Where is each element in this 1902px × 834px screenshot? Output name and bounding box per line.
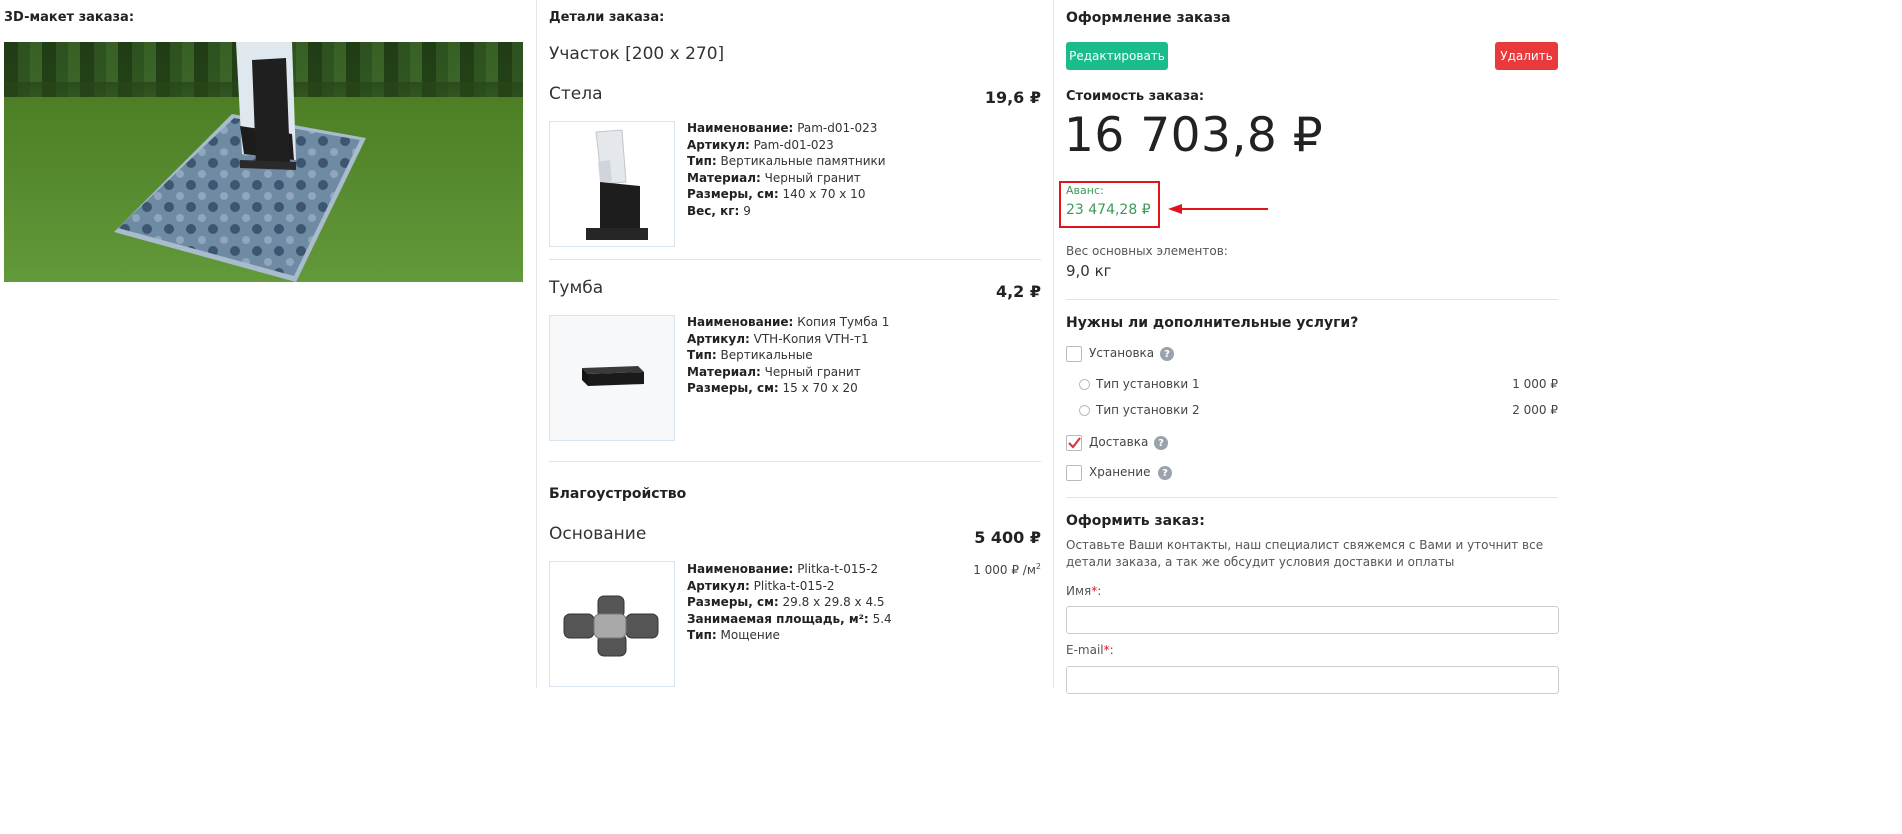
help-icon[interactable]: ? [1158, 466, 1172, 480]
install-type-1-label: Тип установки 1 [1096, 377, 1200, 391]
divider [1066, 299, 1558, 300]
checkout-title: Оформление заказа [1066, 10, 1231, 26]
delivery-checkbox[interactable] [1066, 435, 1082, 451]
check-icon [1068, 437, 1081, 449]
annotation-arrow-icon [1168, 204, 1268, 214]
delivery-label: Доставка [1089, 435, 1149, 449]
item-specs: Наименование: Копия Тумба 1 Артикул: VTH… [687, 315, 890, 395]
install-checkbox[interactable] [1066, 346, 1082, 362]
item-name: Стела [549, 84, 603, 104]
divider [549, 461, 1041, 462]
weight-label: Вес основных элементов: [1066, 244, 1228, 258]
email-field[interactable] [1066, 666, 1559, 694]
install-type-1-radio[interactable] [1079, 379, 1090, 390]
item-price: 4,2 ₽ [995, 282, 1041, 301]
product-thumbnail[interactable] [549, 561, 675, 687]
layout-preview-panel: 3D-макет заказа: [0, 0, 535, 688]
product-thumbnail[interactable] [549, 315, 675, 441]
item-price: 5 400 ₽ [974, 528, 1041, 547]
install-type-2-label: Тип установки 2 [1096, 403, 1200, 417]
divider [549, 259, 1041, 260]
checkout-panel: Оформление заказа Редактировать Удалить … [1053, 0, 1568, 694]
storage-label: Хранение [1089, 465, 1151, 479]
install-label: Установка [1089, 346, 1155, 360]
install-type-2-radio[interactable] [1079, 405, 1090, 416]
order-form-title: Оформить заказ: [1066, 513, 1205, 529]
item-specs: Наименование: Plitka-t-015-2 Артикул: Pl… [687, 562, 892, 642]
scene-render [4, 42, 523, 282]
name-field[interactable] [1066, 606, 1559, 634]
product-thumbnail[interactable] [549, 121, 675, 247]
details-title: Детали заказа: [549, 10, 665, 25]
install-type-1-price: 1 000 ₽ [1512, 377, 1558, 391]
edit-button[interactable]: Редактировать [1066, 42, 1168, 70]
install-type-2-price: 2 000 ₽ [1512, 403, 1558, 417]
order-form-description: Оставьте Ваши контакты, наш специалист с… [1066, 538, 1544, 569]
services-title: Нужны ли дополнительные услуги? [1066, 315, 1359, 331]
advance-value: 23 474,28 ₽ [1066, 202, 1151, 218]
item-name: Основание [549, 524, 647, 544]
advance-label: Аванс: [1066, 184, 1104, 197]
storage-checkbox[interactable] [1066, 465, 1082, 481]
item-specs: Наименование: Pam-d01-023 Артикул: Pam-d… [687, 121, 886, 218]
plot-size: Участок [200 x 270] [549, 44, 725, 64]
help-icon[interactable]: ? [1160, 347, 1174, 361]
total-cost: 16 703,8 ₽ [1064, 108, 1324, 163]
name-field-label: Имя*: [1066, 584, 1102, 598]
delete-button[interactable]: Удалить [1495, 42, 1558, 70]
layout-title: 3D-макет заказа: [4, 10, 135, 25]
weight-value: 9,0 кг [1066, 262, 1112, 280]
divider [1066, 497, 1558, 498]
help-icon[interactable]: ? [1154, 436, 1168, 450]
landscaping-title: Благоустройство [549, 486, 687, 502]
stele-model [252, 58, 290, 164]
email-field-label: E-mail*: [1066, 643, 1114, 657]
item-price: 19,6 ₽ [984, 88, 1041, 107]
3d-scene-viewport[interactable] [4, 42, 523, 282]
cost-label: Стоимость заказа: [1066, 89, 1205, 104]
item-name: Тумба [549, 278, 604, 298]
unit-price: 1 000 ₽ /м2 [973, 562, 1041, 577]
order-details-panel: Детали заказа: Участок [200 x 270] Стела… [536, 0, 1053, 688]
